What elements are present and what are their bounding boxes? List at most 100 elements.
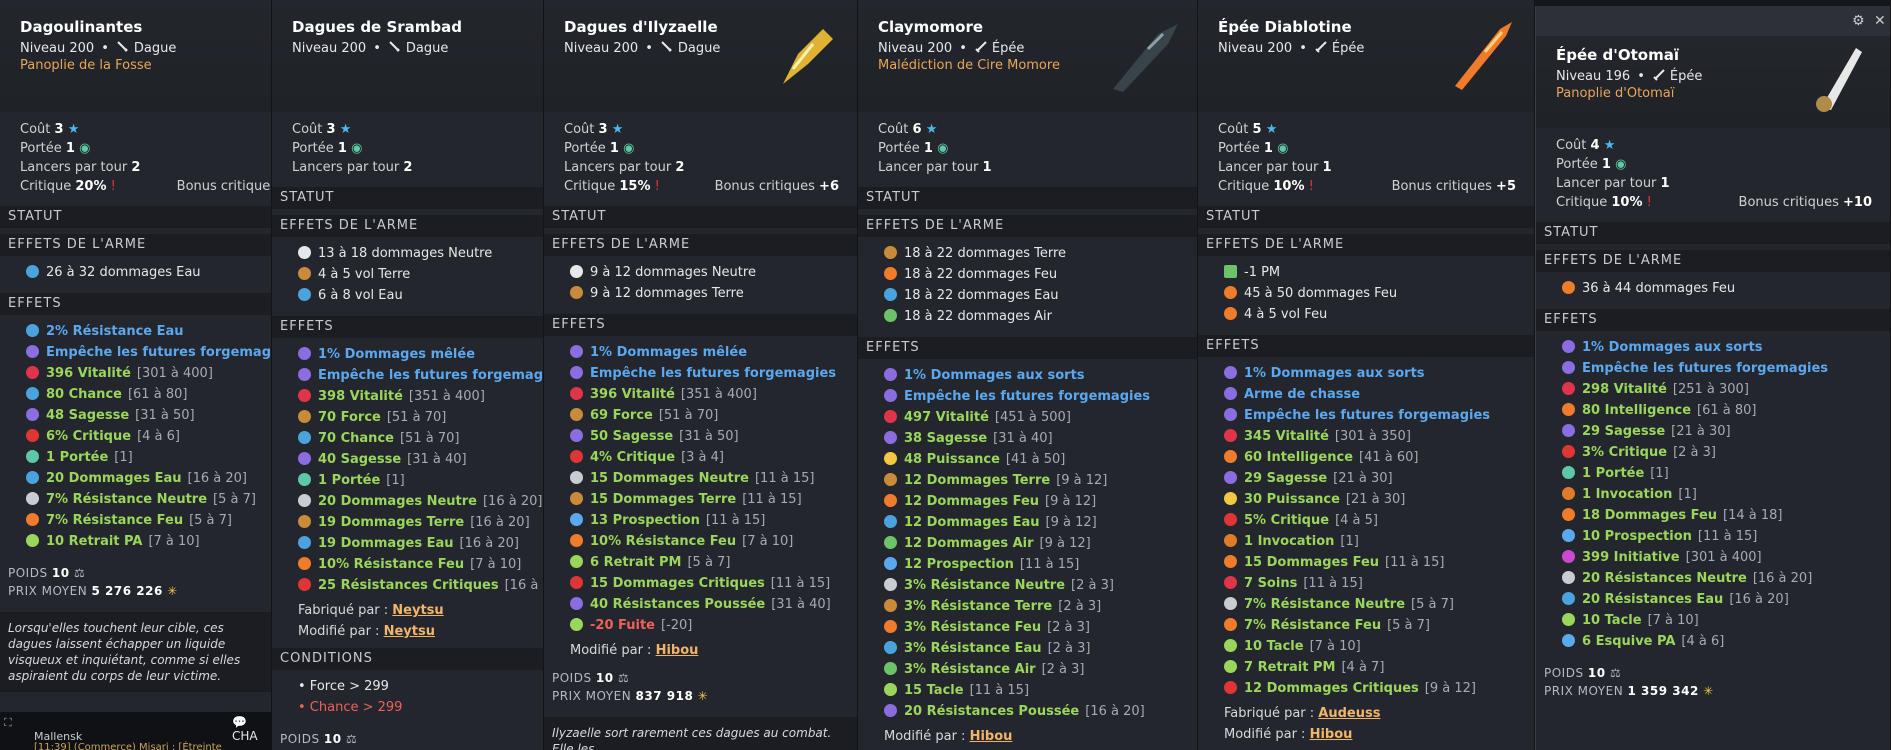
effect-value: 13 Prospection — [590, 513, 700, 528]
effect-range: [11 à 15] — [1385, 555, 1445, 570]
effect-row: 10 Tacle [7 à 10] — [1562, 610, 1890, 631]
effect-value: 12 Dommages Eau — [904, 515, 1040, 530]
effect-icon — [570, 534, 583, 547]
expand-icon[interactable]: ⛶ — [4, 716, 12, 730]
effect-range: [16 à 20] — [1752, 571, 1813, 586]
effect-icon — [570, 513, 583, 526]
modifier-link[interactable]: Neytsu — [384, 624, 435, 639]
effect-row: 12 Prospection [11 à 15] — [884, 554, 1197, 575]
effect-row: 19 Dommages Terre [16 à 20] — [298, 512, 543, 533]
effect-value: 20 Résistances Eau — [1582, 592, 1724, 607]
star-icon: ★ — [925, 122, 938, 137]
effect-value: 30 Puissance — [1244, 492, 1340, 507]
air-icon — [884, 309, 897, 322]
effect-icon — [884, 389, 897, 402]
effect-row: 18 Dommages Feu [14 à 18] — [1562, 505, 1890, 526]
window-titlebar[interactable]: ⚙ ✕ — [1536, 6, 1890, 36]
effect-range: [61 à 80] — [127, 387, 188, 402]
effect-range: [11 à 15] — [969, 683, 1030, 698]
section-statut: STATUT — [0, 206, 271, 228]
effect-row: 2% Résistance Eau — [26, 321, 271, 342]
card-header: Dagues d'Ilyzaelle Niveau 200 • Dague — [544, 0, 857, 112]
section-effects: EFFETS — [272, 316, 543, 338]
effect-icon — [570, 618, 583, 631]
effect-value: 48 Sagesse — [46, 408, 130, 423]
effect-icon — [570, 576, 583, 589]
chat-tab[interactable]: 💬 CHA — [232, 715, 272, 743]
effect-row: 7% Résistance Neutre [5 à 7] — [1224, 594, 1534, 615]
effect-row: 12 Dommages Eau [9 à 12] — [884, 512, 1197, 533]
effect-value: 298 Vitalité — [1582, 382, 1667, 397]
effect-range: [61 à 80] — [1697, 403, 1757, 418]
effect-value: 4% Critique — [590, 450, 676, 465]
modifier-link[interactable]: Hibou — [1310, 727, 1353, 742]
effect-icon — [298, 515, 311, 528]
effect-range: [9 à 12] — [1039, 536, 1091, 551]
effect-icon — [884, 494, 897, 507]
effect-icon — [1562, 529, 1575, 542]
close-icon[interactable]: ✕ — [1874, 14, 1888, 28]
neutral-icon — [298, 246, 311, 259]
effect-range: [7 à 10] — [1309, 639, 1361, 654]
effect-value: 40 Résistances Poussée — [590, 597, 766, 612]
effect-row: 1 Portée [1] — [26, 447, 271, 468]
star-icon: ★ — [1265, 122, 1278, 137]
effect-range: [1] — [1340, 534, 1359, 549]
effect-value: 1 Portée — [46, 450, 109, 465]
card-header: Dagues de Srambad Niveau 200 • Dague — [272, 0, 543, 112]
effect-value: 69 Force — [590, 408, 653, 423]
effect-icon — [570, 471, 583, 484]
pm-icon — [1224, 265, 1237, 278]
effect-range: [41 à 60] — [1359, 450, 1419, 465]
effect-row: 70 Chance [51 à 70] — [298, 428, 543, 449]
effect-icon — [26, 366, 39, 379]
effect-icon — [26, 429, 39, 442]
effect-range: [2 à 3] — [1041, 662, 1085, 677]
modifier-link[interactable]: Hibou — [970, 729, 1013, 744]
effect-range: [301 à 350] — [1334, 429, 1411, 444]
stat-range: Portée 1 ◉ — [20, 141, 91, 156]
effect-range: [11 à 15] — [770, 576, 831, 591]
fire-icon — [1562, 281, 1575, 294]
effect-icon — [26, 450, 39, 463]
crafter-link[interactable]: Audeuss — [1318, 706, 1380, 721]
effect-value: 38 Sagesse — [904, 431, 988, 446]
item-set-link[interactable]: Panoplie de la Fosse — [20, 58, 271, 73]
effect-value: 1% Dommages aux sorts — [904, 368, 1085, 383]
effect-range: [7 à 10] — [148, 534, 200, 549]
effect-range: [451 à 500] — [994, 410, 1071, 425]
effect-icon — [570, 387, 583, 400]
effect-value: 29 Sagesse — [1582, 424, 1666, 439]
effect-icon — [1562, 613, 1575, 626]
effect-value: 7 Soins — [1244, 576, 1298, 591]
effect-value: 5% Critique — [1244, 513, 1330, 528]
effect-row: 7% Résistance Neutre [5 à 7] — [26, 489, 271, 510]
effect-icon — [884, 683, 897, 696]
effect-icon — [1224, 513, 1237, 526]
effect-row: 3% Résistance Terre [2 à 3] — [884, 596, 1197, 617]
effect-row: 12 Dommages Air [9 à 12] — [884, 533, 1197, 554]
chat-panel[interactable]: ⛶ 💬 CHA Mallensk [11:39] (Commerce) Misa… — [0, 712, 272, 750]
effect-row: 3% Résistance Neutre [2 à 3] — [884, 575, 1197, 596]
effect-range: [1] — [114, 450, 133, 465]
effect-row: Empêche les futures forgemagies — [1562, 358, 1890, 379]
modifier-link[interactable]: Hibou — [656, 643, 699, 658]
effect-row: 1 Portée [1] — [1562, 463, 1890, 484]
effects-list: 1% Dommages aux sorts Empêche les futures… — [858, 359, 1197, 726]
effect-row: 1 Invocation [1] — [1224, 531, 1534, 552]
effect-icon — [1562, 445, 1575, 458]
modified-by: Modifié par : Hibou — [1224, 727, 1353, 742]
effect-range: [301 à 400] — [1685, 550, 1762, 565]
effect-row: 48 Sagesse [31 à 50] — [26, 405, 271, 426]
chat-line: [11:39] (Commerce) Misari : [Étreinte — [34, 742, 222, 750]
effect-icon — [1224, 681, 1237, 694]
crafter-link[interactable]: Neytsu — [392, 603, 443, 618]
effect-icon — [570, 492, 583, 505]
effect-row: 60 Intelligence [41 à 60] — [1224, 447, 1534, 468]
effect-value: 7% Résistance Feu — [1244, 618, 1382, 633]
gear-icon[interactable]: ⚙ — [1852, 14, 1866, 28]
effect-value: 15 Tacle — [904, 683, 964, 698]
effect-value: 1 Portée — [318, 473, 381, 488]
effects-list: 1% Dommages mêlée Empêche les futures for… — [544, 336, 857, 640]
effect-value: 6 Esquive PA — [1582, 634, 1676, 649]
